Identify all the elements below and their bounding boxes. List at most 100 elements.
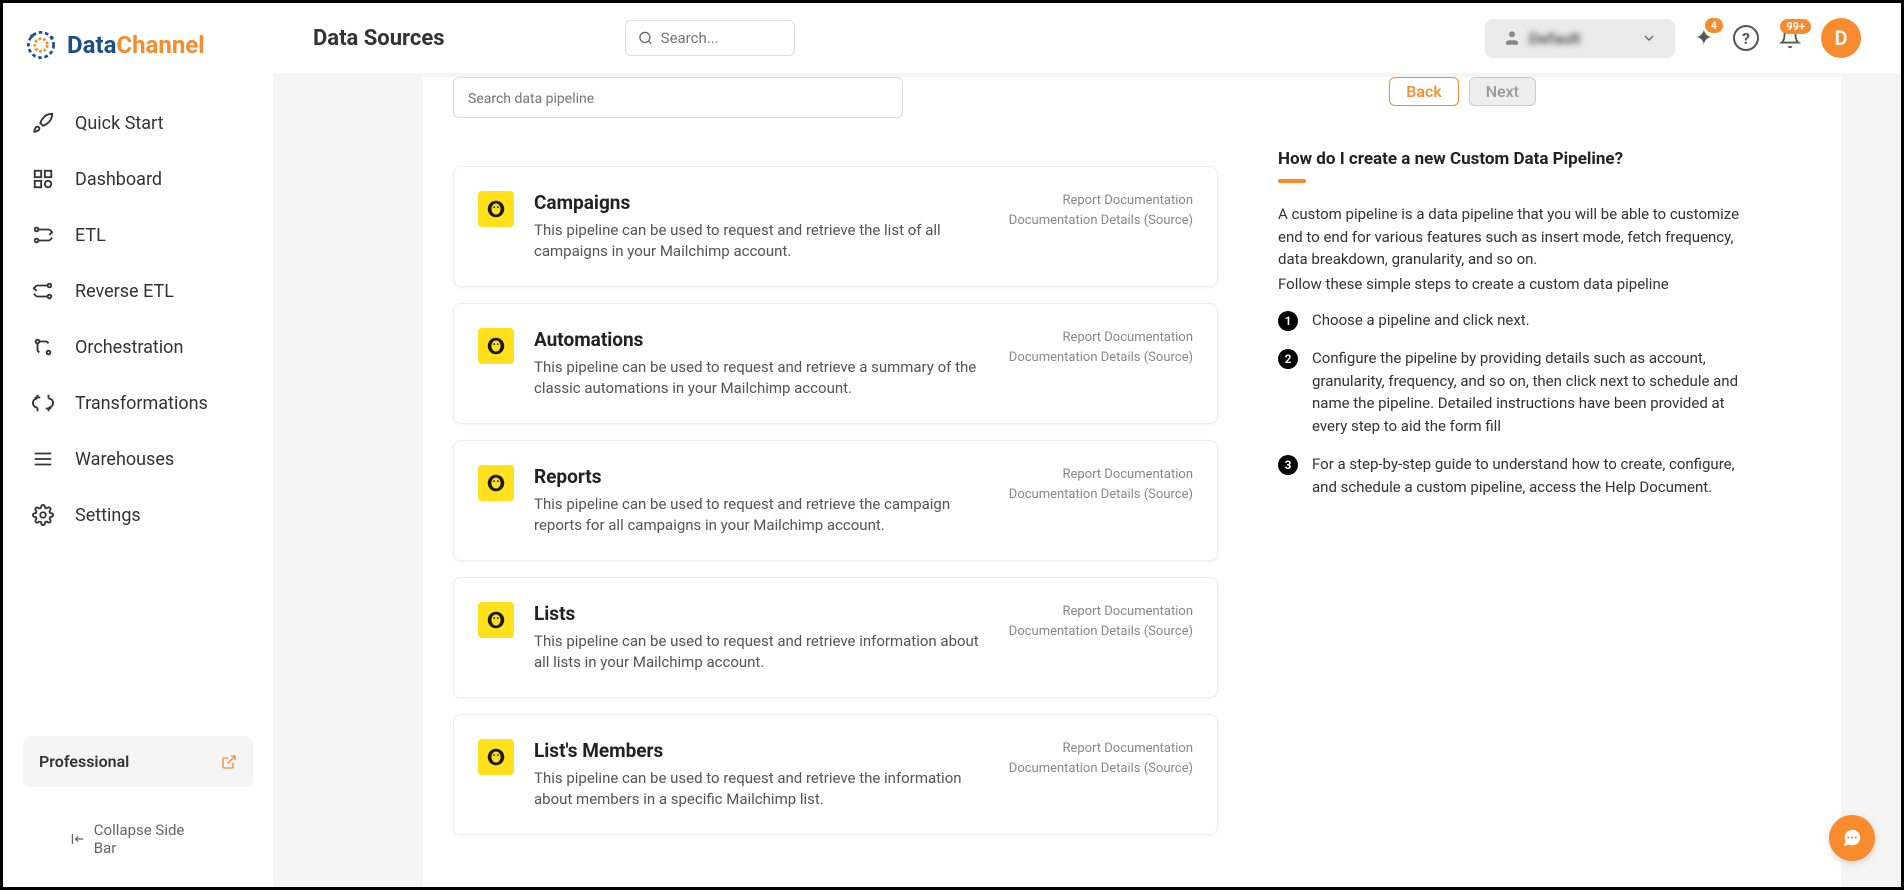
pipeline-desc: This pipeline can be used to request and… — [534, 357, 989, 399]
pipeline-search[interactable] — [453, 77, 903, 118]
sidebar-item-warehouses[interactable]: Warehouses — [23, 431, 253, 487]
external-link-icon — [221, 754, 237, 770]
user-name: Default — [1529, 29, 1581, 48]
sidebar-item-label: Warehouses — [75, 449, 174, 470]
orchestration-icon — [31, 335, 55, 359]
step-item: 3 For a step-by-step guide to understand … — [1278, 453, 1748, 498]
content-panel: Back Next Campaigns This pipeline can be… — [423, 77, 1841, 887]
step-item: 2Configure the pipeline by providing det… — [1278, 347, 1748, 437]
logo[interactable]: DataChannel — [23, 27, 253, 63]
sidebar-item-dashboard[interactable]: Dashboard — [23, 151, 253, 207]
plan-box[interactable]: Professional — [23, 736, 253, 787]
sidebar-item-orchestration[interactable]: Orchestration — [23, 319, 253, 375]
sidebar: DataChannel Quick Start Dashboard ETL Re… — [3, 3, 273, 887]
sidebar-item-label: Reverse ETL — [75, 281, 174, 302]
step-text: Choose a pipeline and click next. — [1312, 309, 1530, 332]
collapse-icon — [71, 831, 86, 847]
header-right: Default ✦4 ? 99+ D — [1485, 18, 1861, 58]
pipeline-desc: This pipeline can be used to request and… — [534, 494, 989, 536]
sidebar-item-label: Quick Start — [75, 113, 164, 134]
step-number: 3 — [1278, 455, 1298, 475]
report-doc-link[interactable]: Report Documentation — [1009, 465, 1193, 485]
user-icon — [1503, 29, 1521, 47]
collapse-label: Collapse Side Bar — [94, 821, 206, 857]
pipeline-title: Campaigns — [534, 191, 989, 214]
pipeline-desc: This pipeline can be used to request and… — [534, 631, 989, 673]
doc-details-link[interactable]: Documentation Details (Source) — [1009, 622, 1193, 642]
report-doc-link[interactable]: Report Documentation — [1009, 739, 1193, 759]
doc-details-link[interactable]: Documentation Details (Source) — [1009, 348, 1193, 368]
sidebar-item-label: Settings — [75, 505, 141, 526]
pipeline-card[interactable]: List's Members This pipeline can be used… — [453, 714, 1218, 835]
help-icon[interactable]: ? — [1733, 25, 1759, 51]
mailchimp-icon — [478, 328, 514, 364]
search-input[interactable] — [661, 29, 782, 47]
pipeline-card[interactable]: Lists This pipeline can be used to reque… — [453, 577, 1218, 698]
mailchimp-icon — [478, 739, 514, 775]
sidebar-item-label: Dashboard — [75, 169, 162, 190]
mailchimp-icon — [478, 465, 514, 501]
pipeline-desc: This pipeline can be used to request and… — [534, 220, 989, 262]
pipeline-title: Automations — [534, 328, 989, 351]
ai-sparkle-icon[interactable]: ✦4 — [1695, 26, 1713, 51]
step-list: 1 Choose a pipeline and click next. 2Confi… — [1278, 309, 1748, 499]
search-icon — [638, 29, 653, 47]
doc-details-link[interactable]: Documentation Details (Source) — [1009, 759, 1193, 779]
dashboard-icon — [31, 167, 55, 191]
avatar[interactable]: D — [1821, 18, 1861, 58]
sidebar-item-label: Transformations — [75, 393, 208, 414]
logo-icon — [23, 27, 59, 63]
report-doc-link[interactable]: Report Documentation — [1009, 602, 1193, 622]
pipeline-title: List's Members — [534, 739, 989, 762]
collapse-sidebar-button[interactable]: Collapse Side Bar — [71, 821, 206, 857]
chat-icon — [1841, 827, 1863, 849]
help-divider — [1278, 179, 1306, 183]
user-dropdown[interactable]: Default — [1485, 19, 1675, 58]
step-text: Configure the pipeline by providing deta… — [1312, 347, 1748, 437]
sidebar-item-quick-start[interactable]: Quick Start — [23, 95, 253, 151]
plan-label: Professional — [39, 752, 129, 771]
pipeline-search-input[interactable] — [468, 91, 888, 107]
sidebar-item-reverse-etl[interactable]: Reverse ETL — [23, 263, 253, 319]
pipeline-list-column: Campaigns This pipeline can be used to r… — [453, 77, 1218, 887]
rocket-icon — [31, 111, 55, 135]
back-button[interactable]: Back — [1389, 77, 1458, 106]
warehouses-icon — [31, 447, 55, 471]
chat-button[interactable] — [1829, 815, 1875, 861]
help-column: How do I create a new Custom Data Pipeli… — [1278, 77, 1748, 887]
global-search[interactable] — [625, 20, 795, 56]
report-doc-link[interactable]: Report Documentation — [1009, 328, 1193, 348]
help-sub: Follow these simple steps to create a cu… — [1278, 275, 1748, 293]
notif-badge: 99+ — [1780, 19, 1811, 34]
sidebar-item-label: ETL — [75, 225, 106, 246]
notifications-icon[interactable]: 99+ — [1779, 27, 1801, 49]
doc-details-link[interactable]: Documentation Details (Source) — [1009, 211, 1193, 231]
doc-details-link[interactable]: Documentation Details (Source) — [1009, 485, 1193, 505]
next-button[interactable]: Next — [1469, 77, 1536, 106]
transformations-icon — [31, 391, 55, 415]
step-number: 1 — [1278, 311, 1298, 331]
mailchimp-icon — [478, 191, 514, 227]
step-text: For a step-by-step guide to understand h… — [1312, 453, 1748, 498]
settings-icon — [31, 503, 55, 527]
sidebar-item-etl[interactable]: ETL — [23, 207, 253, 263]
report-doc-link[interactable]: Report Documentation — [1009, 191, 1193, 211]
page-title: Data Sources — [313, 26, 445, 51]
pipeline-card[interactable]: Campaigns This pipeline can be used to r… — [453, 166, 1218, 287]
sidebar-item-settings[interactable]: Settings — [23, 487, 253, 543]
pipeline-title: Reports — [534, 465, 989, 488]
pipeline-title: Lists — [534, 602, 989, 625]
mailchimp-icon — [478, 602, 514, 638]
etl-icon — [31, 223, 55, 247]
sidebar-item-label: Orchestration — [75, 337, 183, 358]
step-item: 1 Choose a pipeline and click next. — [1278, 309, 1748, 332]
pipeline-card[interactable]: Automations This pipeline can be used to… — [453, 303, 1218, 424]
sidebar-item-transformations[interactable]: Transformations — [23, 375, 253, 431]
pipeline-card[interactable]: Reports This pipeline can be used to req… — [453, 440, 1218, 561]
help-intro: A custom pipeline is a data pipeline tha… — [1278, 203, 1748, 271]
top-header: Data Sources Default ✦4 ? 99+ D — [273, 3, 1901, 73]
help-title: How do I create a new Custom Data Pipeli… — [1278, 149, 1748, 169]
logo-text: DataChannel — [67, 31, 205, 59]
pipeline-desc: This pipeline can be used to request and… — [534, 768, 989, 810]
chevron-down-icon — [1641, 30, 1657, 46]
